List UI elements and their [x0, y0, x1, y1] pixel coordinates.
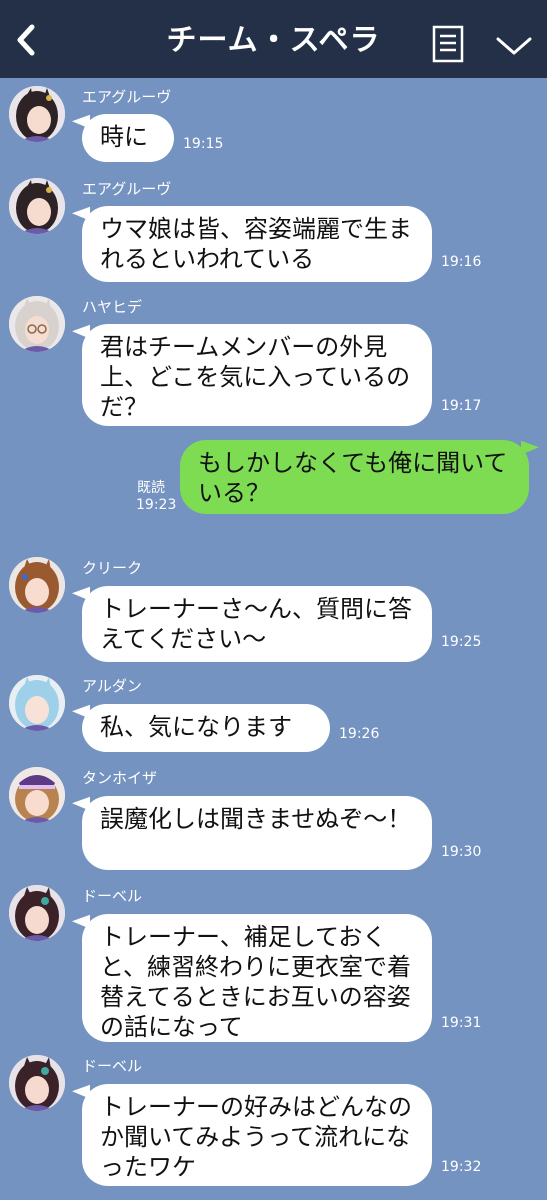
read-receipt: 既読 — [137, 480, 165, 496]
chevron-left-icon — [17, 24, 35, 56]
sender-name: ハヤヒデ — [82, 298, 143, 316]
sender-name: ドーベル — [82, 887, 143, 905]
message-bubble[interactable]: トレーナーさ〜ん、質問に答えてください〜 — [82, 586, 432, 662]
message-time: 19:23 — [136, 497, 177, 513]
message-bubble[interactable]: 私、気になります — [82, 704, 330, 752]
chat-title: チーム・スペラ — [166, 23, 381, 58]
chevron-down-icon — [496, 37, 532, 55]
avatar[interactable] — [9, 178, 65, 234]
avatar[interactable] — [9, 767, 65, 823]
back-button[interactable] — [8, 18, 48, 62]
avatar[interactable] — [9, 296, 65, 352]
avatar[interactable] — [9, 86, 65, 142]
avatar[interactable] — [9, 1055, 65, 1111]
menu-button[interactable] — [494, 30, 534, 60]
message-bubble[interactable]: 君はチームメンバーの外見上、どこを気に入っているのだ？ — [82, 324, 432, 426]
sender-name: クリーク — [82, 559, 143, 577]
message-time: 19:26 — [339, 726, 380, 742]
message-time: 19:16 — [441, 254, 482, 270]
message-time: 19:30 — [441, 844, 482, 860]
notes-icon — [432, 25, 464, 63]
chat-header: チーム・スペラ — [0, 0, 547, 78]
message-time: 19:15 — [183, 136, 224, 152]
message-bubble[interactable]: ウマ娘は皆、容姿端麗で生まれるといわれている — [82, 206, 432, 282]
message-time: 19:31 — [441, 1015, 482, 1031]
sender-name: タンホイザ — [82, 769, 158, 787]
message-bubble[interactable]: トレーナー、補足しておくと、練習終わりに更衣室で着替えてるときにお互いの容姿の話… — [82, 914, 432, 1042]
message-time: 19:32 — [441, 1159, 482, 1175]
my-message-bubble[interactable]: もしかしなくても俺に聞いている？ — [180, 440, 529, 514]
sender-name: アルダン — [82, 677, 142, 695]
avatar[interactable] — [9, 557, 65, 613]
message-time: 19:25 — [441, 634, 482, 650]
avatar[interactable] — [9, 885, 65, 941]
sender-name: エアグルーヴ — [82, 88, 172, 106]
notes-button[interactable] — [430, 24, 466, 64]
message-bubble[interactable]: トレーナーの好みはどんなのか聞いてみようって流れになったワケ — [82, 1084, 432, 1186]
sender-name: エアグルーヴ — [82, 180, 172, 198]
message-bubble[interactable]: 時に — [82, 114, 174, 162]
message-time: 19:17 — [441, 398, 482, 414]
sender-name: ドーベル — [82, 1057, 143, 1075]
avatar[interactable] — [9, 675, 65, 731]
message-bubble[interactable]: 誤魔化しは聞きませぬぞ〜！ — [82, 796, 432, 870]
